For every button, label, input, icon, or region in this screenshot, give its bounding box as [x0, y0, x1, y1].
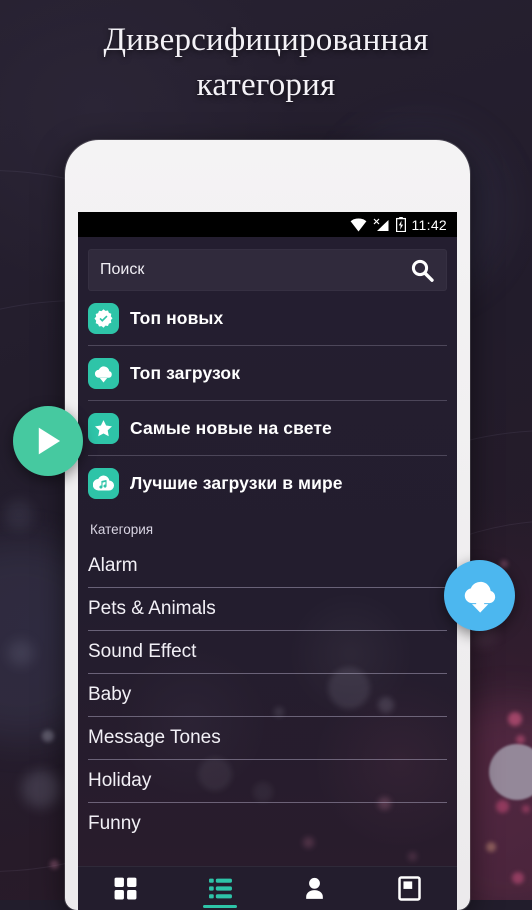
page-title: Диверсифицированная категория: [0, 18, 532, 107]
quick-link-label: Топ загрузок: [130, 362, 241, 383]
phone-screen: 11:42 Поиск Топ новых Топ загрузок Самые…: [78, 212, 457, 910]
bokeh-dot: [522, 805, 530, 813]
category-item-holiday[interactable]: Holiday: [88, 760, 447, 803]
cloud-download-icon: [88, 357, 119, 389]
bottom-navigation-bar: [78, 866, 457, 910]
category-item-label: Holiday: [88, 770, 152, 791]
search-icon[interactable]: [410, 258, 435, 283]
page-title-line2: категория: [196, 66, 336, 103]
bokeh-dot: [50, 860, 59, 869]
quick-link-label: Лучшие загрузки в мире: [130, 472, 343, 493]
book-icon[interactable]: [398, 876, 421, 901]
nav-tab-profile[interactable]: [268, 867, 363, 910]
status-bar-time: 11:42: [411, 216, 447, 233]
category-item-baby[interactable]: Baby: [88, 674, 447, 717]
bokeh-dot: [512, 872, 524, 884]
category-list: Alarm Pets & Animals Sound Effect Baby M…: [88, 545, 447, 845]
battery-charging-icon: [395, 217, 406, 232]
category-item-label: Message Tones: [88, 727, 221, 748]
bokeh-dot: [508, 712, 522, 726]
grid-icon[interactable]: [113, 876, 138, 901]
page-title-line1: Диверсифицированная: [103, 22, 429, 58]
bokeh-dot: [496, 800, 509, 813]
category-item-label: Funny: [88, 813, 141, 834]
quick-link-top-new[interactable]: Топ новых: [88, 291, 447, 346]
nav-tab-list[interactable]: [173, 867, 268, 910]
play-icon: [38, 427, 61, 455]
verified-badge-icon: [88, 302, 119, 334]
cloud-music-icon: [88, 467, 119, 499]
star-icon: [88, 412, 119, 444]
quick-link-label: Топ новых: [130, 307, 224, 328]
quick-link-label: Самые новые на свете: [130, 417, 332, 438]
category-item-message-tones[interactable]: Message Tones: [88, 717, 447, 760]
wifi-icon: [350, 218, 366, 231]
cloud-download-icon: [464, 581, 495, 613]
category-item-label: Alarm: [88, 555, 138, 576]
nav-tab-library[interactable]: [362, 867, 457, 910]
bokeh-dot: [408, 852, 417, 861]
phone-top-bezel: [65, 140, 470, 215]
category-item-label: Baby: [88, 684, 132, 705]
phone-mockup: 11:42 Поиск Топ новых Топ загрузок Самые…: [65, 140, 470, 910]
quick-link-newest[interactable]: Самые новые на свете: [88, 401, 447, 456]
search-input[interactable]: Поиск: [88, 249, 447, 291]
quick-link-best-downloads[interactable]: Лучшие загрузки в мире: [88, 456, 447, 510]
person-icon[interactable]: [302, 876, 327, 901]
bokeh-dot: [42, 730, 54, 742]
category-item-pets-animals[interactable]: Pets & Animals: [88, 588, 447, 631]
bokeh-dot: [516, 735, 525, 744]
category-header: Категория: [90, 522, 154, 537]
bokeh-dot: [486, 842, 496, 852]
cellular-signal-off-icon: [373, 218, 388, 231]
quick-links-list: Топ новых Топ загрузок Самые новые на св…: [88, 291, 447, 510]
bokeh-dot: [4, 500, 34, 530]
status-bar: 11:42: [78, 212, 457, 237]
search-placeholder: Поиск: [100, 261, 145, 278]
category-item-alarm[interactable]: Alarm: [88, 545, 447, 588]
play-button[interactable]: [13, 406, 83, 476]
nav-active-indicator: [203, 905, 238, 908]
category-item-sound-effect[interactable]: Sound Effect: [88, 631, 447, 674]
quick-link-top-downloads[interactable]: Топ загрузок: [88, 346, 447, 401]
bokeh-dot: [22, 770, 60, 808]
bokeh-dot: [8, 640, 34, 666]
list-icon[interactable]: [208, 876, 233, 901]
app-content: Поиск Топ новых Топ загрузок Самые новые…: [78, 237, 457, 910]
category-item-label: Pets & Animals: [88, 598, 216, 619]
download-button[interactable]: [444, 560, 515, 631]
category-item-funny[interactable]: Funny: [88, 803, 447, 845]
category-item-label: Sound Effect: [88, 641, 197, 662]
nav-tab-grid[interactable]: [78, 867, 173, 910]
